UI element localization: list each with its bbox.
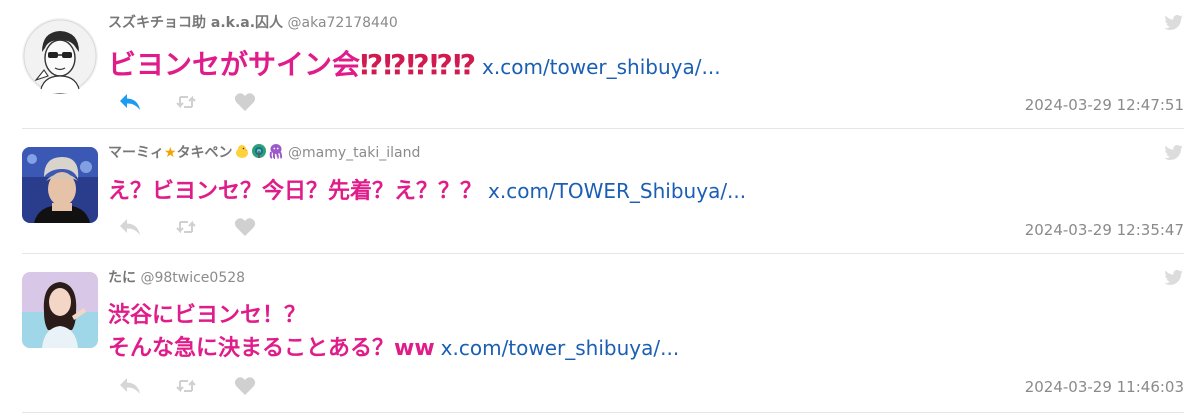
- reply-button[interactable]: [118, 90, 176, 114]
- display-name-part: マーミィ: [108, 145, 164, 161]
- avatar[interactable]: [22, 147, 98, 223]
- like-button[interactable]: [234, 215, 292, 239]
- reply-button[interactable]: [118, 215, 176, 239]
- reply-icon: [120, 378, 140, 394]
- display-name[interactable]: たに: [108, 270, 136, 286]
- retweet-button[interactable]: [176, 374, 234, 398]
- tweet-text-line: そんな急に決まることある？ww: [108, 336, 435, 361]
- tweet-text-main: え？ビヨンセ？今日？先着？え？？？: [108, 179, 483, 204]
- twitter-bird-icon[interactable]: [1164, 145, 1184, 161]
- heart-icon: [234, 93, 256, 111]
- heart-icon: [234, 218, 256, 236]
- tweet-feed: スズキチョコ助 a.k.a.囚人 @aka72178440 ビヨンセがサイン会⁉…: [0, 0, 1200, 416]
- octopus-icon: [269, 144, 282, 159]
- tweet-header: たに @98twice0528: [108, 267, 245, 287]
- timestamp[interactable]: 2024-03-29 12:35:47: [1025, 221, 1184, 239]
- tweet-text-exclaims: ⁉⁉⁉⁉⁉: [360, 48, 477, 81]
- retweet-icon: [176, 379, 196, 393]
- tweet-card: スズキチョコ助 a.k.a.囚人 @aka72178440 ビヨンセがサイン会⁉…: [0, 0, 1200, 128]
- tweet-actions: [118, 215, 292, 239]
- avatar[interactable]: [22, 272, 98, 348]
- tweet-header: マーミィ★タキペン @mamy_taki_iland: [108, 142, 420, 162]
- heart-icon: [234, 377, 256, 395]
- timestamp[interactable]: 2024-03-29 11:46:03: [1025, 378, 1184, 396]
- tweet-text: え？ビヨンセ？今日？先着？え？？？ x.com/TOWER_Shibuya/...: [108, 175, 746, 208]
- tweet-text: ビヨンセがサイン会⁉⁉⁉⁉⁉ x.com/tower_shibuya/...: [108, 47, 721, 85]
- tweet-card: マーミィ★タキペン @mamy_taki_iland え？ビヨンセ？今日？先着？…: [0, 129, 1200, 253]
- user-handle[interactable]: @mamy_taki_iland: [288, 145, 420, 161]
- reply-icon: [120, 219, 140, 235]
- tweet-card: たに @98twice0528 渋谷にビヨンセ！？ そんな急に決まることある？w…: [0, 254, 1200, 412]
- retweet-button[interactable]: [176, 215, 234, 239]
- tweet-actions: [118, 374, 292, 398]
- like-button[interactable]: [234, 90, 292, 114]
- user-handle[interactable]: @aka72178440: [288, 15, 398, 31]
- tweet-link[interactable]: x.com/tower_shibuya/...: [482, 55, 721, 79]
- user-handle[interactable]: @98twice0528: [140, 270, 245, 286]
- avatar[interactable]: [22, 18, 98, 94]
- retweet-icon: [176, 220, 196, 234]
- reply-button[interactable]: [118, 374, 176, 398]
- chick-icon: [235, 145, 248, 158]
- tweet-text-line: 渋谷にビヨンセ！？: [108, 303, 307, 328]
- peacock-icon: [251, 144, 266, 158]
- twitter-bird-icon[interactable]: [1164, 15, 1184, 31]
- display-name[interactable]: マーミィ★タキペン: [108, 144, 284, 161]
- timestamp[interactable]: 2024-03-29 12:47:51: [1025, 96, 1184, 114]
- tweet-link[interactable]: x.com/tower_shibuya/...: [441, 336, 680, 360]
- star-emoji: ★: [164, 145, 177, 161]
- retweet-icon: [176, 95, 196, 109]
- twitter-bird-icon[interactable]: [1164, 270, 1184, 286]
- tweet-link[interactable]: x.com/TOWER_Shibuya/...: [488, 179, 746, 203]
- tweet-actions: [118, 90, 292, 114]
- display-name-part: タキペン: [176, 145, 233, 161]
- retweet-button[interactable]: [176, 90, 234, 114]
- tweet-header: スズキチョコ助 a.k.a.囚人 @aka72178440: [108, 12, 398, 32]
- reply-icon: [120, 94, 140, 110]
- tweet-text-main: ビヨンセがサイン会: [108, 48, 361, 81]
- like-button[interactable]: [234, 374, 292, 398]
- tweet-text: 渋谷にビヨンセ！？ そんな急に決まることある？ww x.com/tower_shi…: [108, 300, 679, 365]
- divider: [22, 412, 1184, 413]
- display-name[interactable]: スズキチョコ助 a.k.a.囚人: [108, 15, 283, 31]
